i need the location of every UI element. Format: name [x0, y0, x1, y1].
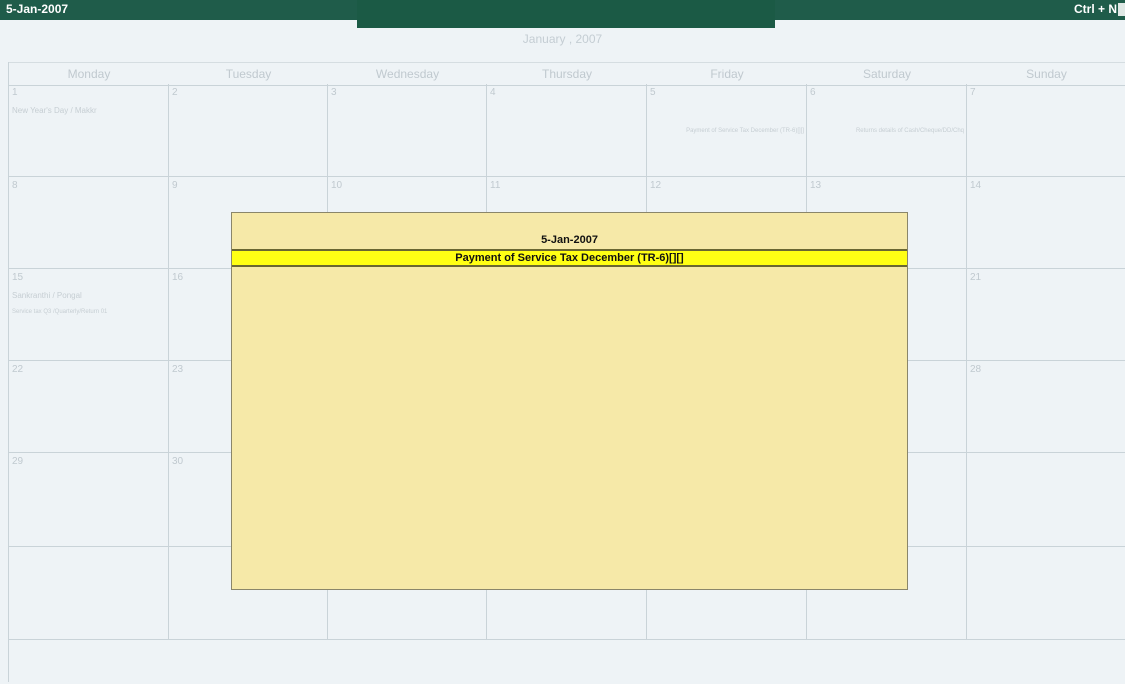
calendar-day-cell[interactable]: 3 [328, 84, 487, 177]
day-name-tuesday: Tuesday [225, 67, 272, 81]
calendar-day-cell[interactable]: 1 New Year's Day / Makkr [9, 84, 169, 177]
calendar-day-cell[interactable]: 22 [9, 361, 169, 453]
day-number: 14 [970, 180, 982, 191]
calendar-day-cell[interactable]: 14 [967, 177, 1125, 269]
selected-event-row[interactable]: Payment of Service Tax December (TR-6)[]… [232, 249, 907, 267]
day-number: 1 [12, 87, 18, 98]
event-entry[interactable]: Payment of Service Tax December (TR-6)[]… [686, 128, 804, 134]
day-number: 23 [172, 364, 184, 375]
calendar-day-cell[interactable]: 8 [9, 177, 169, 269]
title-bar: 5-Jan-2007 Ctrl + N [0, 0, 1125, 28]
day-number: 9 [172, 180, 178, 191]
calendar-day-cell[interactable]: 29 [9, 453, 169, 547]
popup-date: 5-Jan-2007 [541, 234, 598, 246]
calendar-day-cell[interactable]: 15 Sankranthi / Pongal Service tax Q3 /Qua… [9, 269, 169, 361]
calendar-day-cell[interactable]: 6 Returns details of Cash/Cheque/DD/Chq [807, 84, 967, 177]
calendar-day-cell[interactable]: 28 [967, 361, 1125, 453]
day-names-row: Monday Tuesday Wednesday Thursday Friday Satu… [9, 62, 1125, 86]
day-number: 22 [12, 364, 24, 375]
day-number: 6 [810, 87, 816, 98]
day-number: 2 [172, 87, 178, 98]
calendar-day-cell[interactable]: 5 Payment of Service Tax December (TR-6)[… [647, 84, 807, 177]
day-number: 15 [12, 272, 24, 283]
current-date: 5-Jan-2007 [6, 2, 69, 16]
day-number: 12 [650, 180, 662, 191]
holiday-label: New Year's Day / Makkr [12, 106, 97, 115]
day-number: 11 [490, 180, 501, 191]
holiday-label: Sankranthi / Pongal [12, 291, 82, 300]
month-title: January , 2007 [522, 32, 603, 46]
day-number: 3 [331, 87, 337, 98]
shortcut-hint[interactable]: Ctrl + N [1074, 2, 1117, 16]
day-number: 30 [172, 456, 184, 467]
popup-event-label: Payment of Service Tax December (TR-6)[]… [455, 252, 684, 264]
day-name-thursday: Thursday [541, 67, 593, 81]
day-number: 13 [810, 180, 822, 191]
calendar-day-cell[interactable] [967, 453, 1125, 547]
calendar-day-cell[interactable] [967, 547, 1125, 640]
day-name-wednesday: Wednesday [375, 67, 440, 81]
event-entry[interactable]: Returns details of Cash/Cheque/DD/Chq [856, 128, 964, 134]
day-number: 7 [970, 87, 976, 98]
day-name-monday: Monday [67, 67, 111, 81]
day-name-saturday: Saturday [862, 67, 912, 81]
calendar-day-cell[interactable]: 21 [967, 269, 1125, 361]
day-number: 16 [172, 272, 184, 283]
edge-button[interactable] [1118, 3, 1125, 16]
day-name-friday: Friday [710, 67, 744, 81]
day-number: 21 [970, 272, 982, 283]
event-popup: 5-Jan-2007 Payment of Service Tax Decemb… [231, 212, 908, 590]
day-name-sunday: Sunday [1026, 67, 1067, 81]
title-bar-center-panel [357, 0, 775, 28]
day-number: 8 [12, 180, 18, 191]
day-number: 29 [12, 456, 24, 467]
day-number: 5 [650, 87, 656, 98]
day-number: 28 [970, 364, 982, 375]
day-number: 10 [331, 180, 343, 191]
calendar-day-cell[interactable]: 7 [967, 84, 1125, 177]
day-number: 4 [490, 87, 496, 98]
calendar-day-cell[interactable]: 2 [169, 84, 328, 177]
calendar-day-cell[interactable] [9, 547, 169, 640]
event-entry[interactable]: Service tax Q3 /Quarterly/Return 01 [12, 309, 107, 315]
calendar-day-cell[interactable]: 4 [487, 84, 647, 177]
